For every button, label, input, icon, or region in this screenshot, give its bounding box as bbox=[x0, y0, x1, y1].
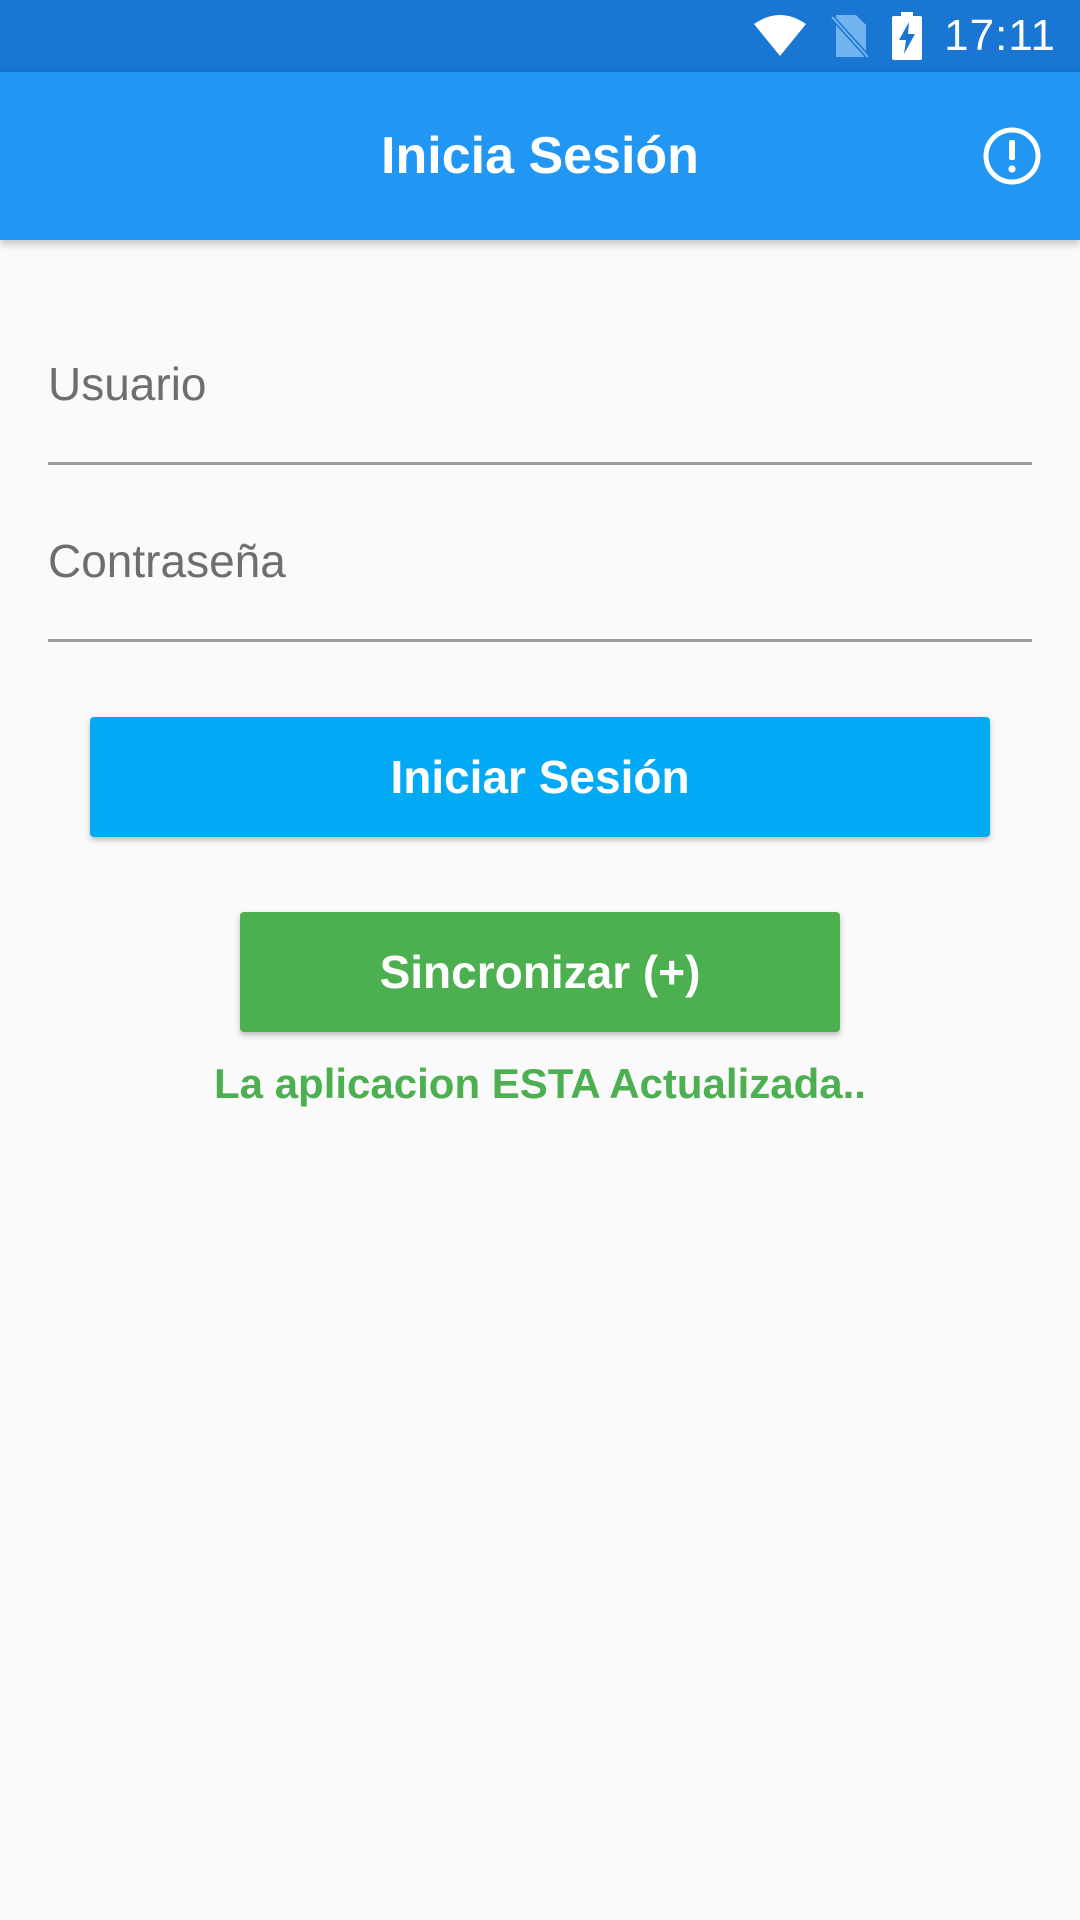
login-screen: 17:11 Inicia Sesión Iniciar Sesión Sincr… bbox=[0, 0, 1080, 1920]
status-bar: 17:11 bbox=[0, 0, 1080, 72]
password-input[interactable] bbox=[48, 522, 1032, 639]
password-field bbox=[48, 522, 1032, 642]
wifi-icon bbox=[752, 14, 808, 58]
app-bar: Inicia Sesión bbox=[0, 72, 1080, 240]
page-title: Inicia Sesión bbox=[381, 127, 699, 185]
status-time: 17:11 bbox=[944, 11, 1056, 60]
info-button[interactable] bbox=[982, 126, 1042, 186]
username-field bbox=[48, 345, 1032, 465]
status-icons: 17:11 bbox=[752, 0, 1056, 72]
battery-charging-icon bbox=[892, 12, 923, 60]
info-outline-icon bbox=[982, 126, 1042, 186]
username-input[interactable] bbox=[48, 345, 1032, 462]
sync-button[interactable]: Sincronizar (+) bbox=[240, 912, 840, 1032]
no-sim-icon bbox=[830, 13, 871, 59]
login-button[interactable]: Iniciar Sesión bbox=[90, 717, 990, 837]
update-status-message: La aplicacion ESTA Actualizada.. bbox=[214, 1060, 866, 1107]
